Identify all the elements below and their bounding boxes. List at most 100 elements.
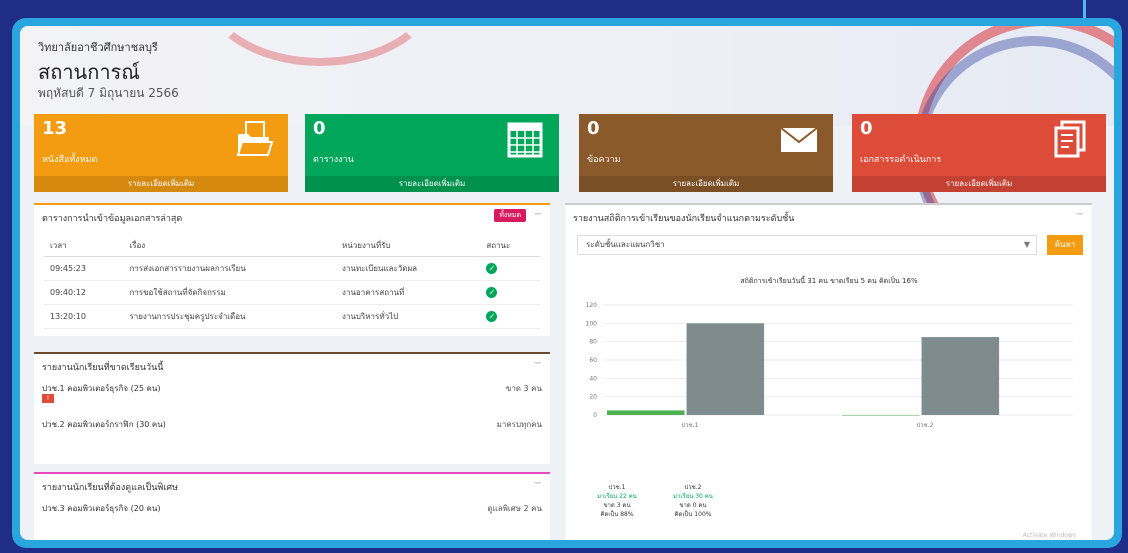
table-row[interactable]: 13:20:10 รายงานการประชุมครูประจำเดือน งา… <box>44 304 540 329</box>
bar-มาเรียน <box>607 410 685 415</box>
y-tick-label: 80 <box>589 339 597 346</box>
bar-ทั้งหมด <box>921 337 1000 415</box>
y-tick-label: 40 <box>589 375 597 382</box>
bar-มาเรียน <box>842 415 920 416</box>
summary-cards: 13 หนังสือทั้งหมด รายละเอียดเพิ่มเติม 0 … <box>34 114 1114 204</box>
dashboard-app: วิทยาลัยอาชีวศึกษาชลบุรี สถานการณ์ พฤหัส… <box>20 26 1114 540</box>
collapse-icon[interactable]: − <box>534 209 542 220</box>
card-value: 0 <box>860 118 873 139</box>
card-more-link[interactable]: รายละเอียดเพิ่มเติม <box>852 176 1106 192</box>
list-item-label: ปวช.1 คอมพิวเตอร์ธุรกิจ (25 คน) <box>42 384 161 393</box>
collapse-icon[interactable]: − <box>534 478 542 489</box>
recent-documents-panel: ตารางการนำเข้าข้อมูลเอกสารล่าสุด ทั้งหมด… <box>34 203 550 336</box>
card-schedule[interactable]: 0 ตารางงาน รายละเอียดเพิ่มเติม <box>305 114 559 192</box>
chart-title: สถิติการเข้าเรียนวันนี้ 31 คน ขาดเรียน 5… <box>740 274 918 285</box>
card-label: ตารางงาน <box>313 155 354 165</box>
check-circle-icon: ✓ <box>486 287 498 298</box>
table-row[interactable]: 09:40:12 การขอใช้สถานที่จัดกิจกรรม งานอา… <box>44 280 540 305</box>
collapse-icon[interactable]: − <box>1076 209 1084 220</box>
calendar-grid-icon <box>507 122 543 158</box>
stat-line: มาเรียน 22 คน <box>597 493 637 500</box>
select-value: ระดับชั้นและแผนกวิชา <box>586 240 665 249</box>
list-item-value: มาครบทุกคน <box>496 420 542 429</box>
card-more-link[interactable]: รายละเอียดเพิ่มเติม <box>34 176 288 192</box>
cell-dept: งานบริหารทั่วไป <box>336 304 481 329</box>
card-value: 13 <box>42 118 68 139</box>
search-button[interactable]: ค้นหา <box>1047 235 1083 255</box>
envelope-icon <box>780 127 818 152</box>
org-name: วิทยาลัยอาชีวศึกษาชลบุรี <box>38 41 158 54</box>
stat-line: คิดเป็น 88% <box>600 511 634 518</box>
check-circle-icon: ✓ <box>486 263 498 274</box>
cell-subject: การขอใช้สถานที่จัดกิจกรรม <box>123 280 337 305</box>
panel-title: รายงานสถิติการเข้าเรียนของนักเรียนจำแนกต… <box>573 214 795 224</box>
column-header: หน่วยงานที่รับ <box>336 235 481 257</box>
documents-icon <box>1054 120 1086 158</box>
card-label: ข้อความ <box>587 155 621 165</box>
y-tick-label: 120 <box>586 302 598 309</box>
activation-watermark: Activate Windows <box>1022 532 1076 539</box>
attendance-bar-chart: สถิติการเข้าเรียนวันนี้ 31 คน ขาดเรียน 5… <box>586 274 1073 429</box>
cell-time: 13:20:10 <box>44 304 124 329</box>
banner-decoration <box>200 26 440 66</box>
card-more-link[interactable]: รายละเอียดเพิ่มเติม <box>579 176 833 192</box>
stat-head: ปวช.2 <box>684 484 702 491</box>
stat-head: ปวช.1 <box>608 484 626 491</box>
list-item-value: ขาด 3 คน <box>505 384 542 393</box>
panel-title: ตารางการนำเข้าข้อมูลเอกสารล่าสุด <box>42 214 183 224</box>
y-tick-label: 100 <box>586 320 598 327</box>
list-item[interactable]: ปวช.1 คอมพิวเตอร์ธุรกิจ (25 คน) ขาด 3 คน <box>42 382 542 395</box>
y-tick-label: 60 <box>589 357 597 364</box>
attendance-chart-panel: รายงานสถิติการเข้าเรียนของนักเรียนจำแนกต… <box>565 203 1092 540</box>
stat-line: ขาด 3 คน <box>603 502 631 509</box>
card-documents[interactable]: 13 หนังสือทั้งหมด รายละเอียดเพิ่มเติม <box>34 114 288 192</box>
stat-line: คิดเป็น 100% <box>674 511 712 518</box>
column-header: เรื่อง <box>123 235 337 257</box>
collapse-icon[interactable]: − <box>534 358 542 369</box>
frame-accent-line <box>1083 0 1086 18</box>
page-date: พฤหัสบดี 7 มิถุนายน 2566 <box>38 86 179 100</box>
column-header: เวลา <box>44 235 124 257</box>
cell-time: 09:40:12 <box>44 280 124 305</box>
folder-open-icon <box>236 121 274 156</box>
cell-dept: งานทะเบียนและวัดผล <box>336 256 481 281</box>
panel-title: รายงานนักเรียนที่ต้องดูแลเป็นพิเศษ <box>42 483 179 493</box>
cell-time: 09:45:23 <box>44 256 124 281</box>
stat-line: มาเรียน 30 คน <box>673 493 713 500</box>
view-all-badge[interactable]: ทั้งหมด <box>494 209 526 222</box>
y-tick-label: 0 <box>593 412 597 419</box>
special-care-panel: รายงานนักเรียนที่ต้องดูแลเป็นพิเศษ − ปวช… <box>34 472 550 540</box>
card-value: 0 <box>313 118 326 139</box>
table-row[interactable]: 09:45:23 การส่งเอกสารรายงานผลการเรียน งา… <box>44 256 540 281</box>
card-messages[interactable]: 0 ข้อความ รายละเอียดเพิ่มเติม <box>579 114 833 192</box>
outer-frame: วิทยาลัยอาชีวศึกษาชลบุรี สถานการณ์ พฤหัส… <box>12 18 1122 548</box>
column-header: สถานะ <box>480 235 540 257</box>
cell-dept: งานอาคารสถานที่ <box>336 280 481 305</box>
chart-stat: ปวช.1 มาเรียน 22 คน ขาด 3 คน คิดเป็น 88% <box>587 483 647 519</box>
header-banner: วิทยาลัยอาชีวศึกษาชลบุรี สถานการณ์ พฤหัส… <box>20 26 1114 297</box>
list-item-label: ปวช.2 คอมพิวเตอร์กราฟิก (30 คน) <box>42 420 166 429</box>
y-tick-label: 20 <box>589 394 597 401</box>
class-select[interactable]: ระดับชั้นและแผนกวิชา ▼ <box>577 235 1037 255</box>
list-item-value: ดูแลพิเศษ 2 คน <box>487 504 542 513</box>
cell-subject: การส่งเอกสารรายงานผลการเรียน <box>123 256 337 281</box>
documents-table: เวลา เรื่อง หน่วยงานที่รับ สถานะ 09:45:2… <box>44 235 540 329</box>
list-item[interactable]: ปวช.3 คอมพิวเตอร์ธุรกิจ (20 คน) ดูแลพิเศ… <box>42 502 542 515</box>
x-tick-label: ปวช.1 <box>681 422 698 429</box>
card-pending-documents[interactable]: 0 เอกสารรอดำเนินการ รายละเอียดเพิ่มเติม <box>852 114 1106 192</box>
list-item-label: ปวช.3 คอมพิวเตอร์ธุรกิจ (20 คน) <box>42 504 161 513</box>
alert-tag: ! <box>42 394 54 403</box>
card-more-link[interactable]: รายละเอียดเพิ่มเติม <box>305 176 559 192</box>
chevron-down-icon: ▼ <box>1023 240 1030 249</box>
x-tick-label: ปวช.2 <box>916 422 933 429</box>
chart-stat: ปวช.2 มาเรียน 30 คน ขาด 0 คน คิดเป็น 100… <box>663 483 723 519</box>
panel-title: รายงานนักเรียนที่ขาดเรียนวันนี้ <box>42 363 164 373</box>
card-label: เอกสารรอดำเนินการ <box>860 155 942 165</box>
bar-ทั้งหมด <box>686 323 765 415</box>
list-item[interactable]: ปวช.2 คอมพิวเตอร์กราฟิก (30 คน) มาครบทุก… <box>42 418 542 431</box>
absent-students-panel: รายงานนักเรียนที่ขาดเรียนวันนี้ − ปวช.1 … <box>34 352 550 464</box>
card-label: หนังสือทั้งหมด <box>42 155 98 165</box>
stat-line: ขาด 0 คน <box>679 502 707 509</box>
cell-subject: รายงานการประชุมครูประจำเดือน <box>123 304 337 329</box>
check-circle-icon: ✓ <box>486 311 498 322</box>
